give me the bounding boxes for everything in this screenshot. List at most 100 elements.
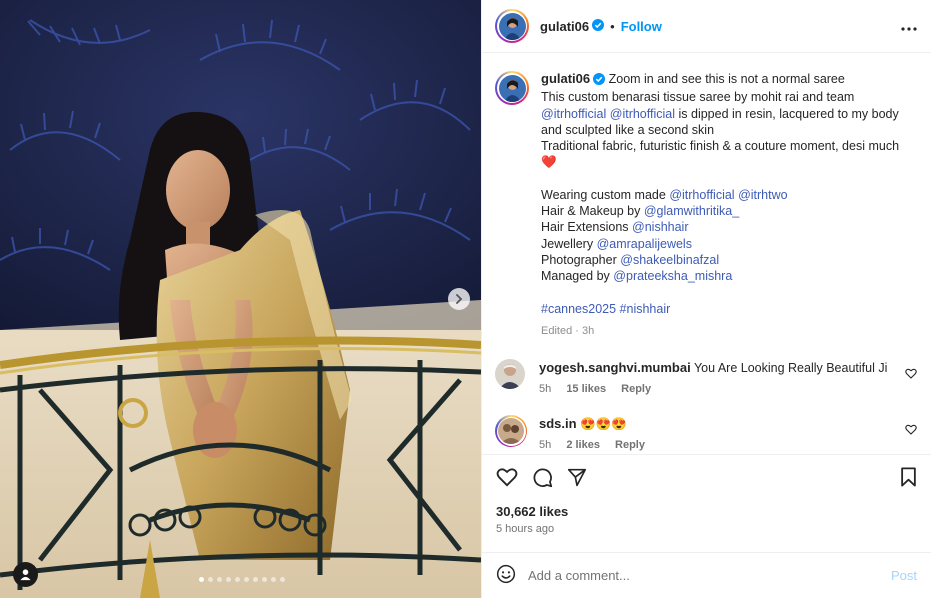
credit-line: Photographer @shakeelbinafzal [541,252,909,268]
post-comment-button[interactable]: Post [891,568,917,583]
comment-likes[interactable]: 2 likes [566,439,600,451]
commenter-username[interactable]: yogesh.sanghvi.mumbai [539,360,691,375]
caption-line: This custom benarasi tissue saree by moh… [541,90,855,105]
share-button[interactable] [567,468,587,490]
mention-link[interactable]: @shakeelbinafzal [620,253,719,267]
comment-input[interactable] [528,568,891,583]
mention-link[interactable]: @itrhofficial [610,107,675,121]
credit-line: Managed by @prateeksha_mishra [541,268,909,284]
credit-label: Jewellery [541,236,594,251]
paper-plane-icon [567,468,587,486]
reply-button[interactable]: Reply [621,383,651,395]
comment-item: yogesh.sanghvi.mumbai You Are Looking Re… [495,359,917,395]
caption-line: Traditional fabric, futuristic finish & … [541,139,900,154]
caption-line: is dipped in resin, lacquered to my body [678,106,899,121]
mention-link[interactable]: @nishhair [632,220,688,234]
follow-button[interactable]: Follow [621,19,662,34]
comment-bubble-icon [533,468,553,487]
caption-line: and sculpted like a second skin [541,122,715,137]
post-header: gulati06 • Follow [482,0,931,53]
like-comment-button[interactable] [905,423,917,438]
mention-link[interactable]: @itrhofficial [669,188,734,202]
comments-section[interactable]: gulati06 Zoom in and see this is not a n… [482,53,931,454]
mention-link[interactable]: @itrhtwo [738,188,788,202]
verified-badge-icon [592,18,605,34]
hashtags[interactable]: #cannes2025 #nishhair [541,301,909,317]
mention-link[interactable]: @prateeksha_mishra [613,269,732,283]
post-timestamp[interactable]: 5 hours ago [496,523,917,535]
heart-icon [905,368,917,379]
caption-line: Zoom in and see this is not a normal sar… [608,72,845,86]
credit-line: Hair & Makeup by @glamwithritika_ [541,203,909,219]
author-username[interactable]: gulati06 [540,19,589,34]
credit-line: Jewellery @amrapalijewels [541,236,909,252]
avatar-image [495,359,525,390]
caption: gulati06 Zoom in and see this is not a n… [495,71,917,339]
carousel-dot [271,577,276,582]
caption-text: gulati06 Zoom in and see this is not a n… [541,71,909,339]
avatar-image [498,74,526,102]
emoji-picker-button[interactable] [496,564,516,587]
next-slide-button[interactable] [448,288,470,310]
heart-emoji: ❤️ [541,155,557,170]
comment-time: 5h [539,383,552,396]
mention-link[interactable]: @itrhofficial [541,107,606,121]
credit-line: Wearing custom made @itrhofficial @itrht… [541,187,909,203]
credit-label: Managed by [541,269,610,284]
credit-label: Hair Extensions [541,220,629,235]
caption-author-avatar[interactable] [495,71,529,105]
post-media[interactable] [0,0,481,598]
post-dialog: gulati06 • Follow gulati06 Zoom in and s… [0,0,931,598]
heart-icon [496,468,518,487]
carousel-dot [235,577,240,582]
carousel-dot [262,577,267,582]
comment-likes[interactable]: 15 likes [566,383,606,395]
carousel-dot [253,577,258,582]
likes-summary: 30,662 likes 5 hours ago [482,502,931,552]
person-icon [20,569,31,581]
more-options-button[interactable] [901,19,917,34]
carousel-dot [199,577,204,582]
more-horizontal-icon [901,26,917,31]
save-button[interactable] [900,467,917,490]
caption-username[interactable]: gulati06 [541,71,590,86]
carousel-indicators [199,577,285,582]
credits-list: Wearing custom made @itrhofficial @itrht… [541,187,909,285]
comment-text: You Are Looking Really Beautiful Ji [693,361,888,376]
like-comment-button[interactable] [905,367,917,382]
likes-count[interactable]: 30,662 likes [496,504,917,519]
post-photo [0,0,481,598]
carousel-dot [244,577,249,582]
heart-icon [905,424,917,435]
like-button[interactable] [496,467,518,490]
post-side-panel: gulati06 • Follow gulati06 Zoom in and s… [481,0,931,598]
commenter-avatar[interactable] [495,415,527,448]
carousel-dot [208,577,213,582]
header-separator: • [610,18,615,34]
avatar-image [498,12,526,40]
action-bar [482,454,931,502]
commenter-avatar[interactable] [495,359,525,390]
commenter-username[interactable]: sds.in [539,416,577,431]
comment-item: sds.in 😍😍😍 5h 2 likes Reply [495,415,917,451]
reply-button[interactable]: Reply [615,439,645,451]
caption-meta: Edited · 3h [541,324,595,337]
author-avatar[interactable] [495,9,529,43]
comment-text: 😍😍😍 [580,417,627,432]
add-comment-bar: Post [482,552,931,598]
carousel-dot [280,577,285,582]
mention-link[interactable]: @amrapalijewels [597,237,692,251]
chevron-right-icon [456,294,463,304]
credit-line: Hair Extensions @nishhair [541,219,909,235]
avatar-image [498,418,524,445]
credit-label: Hair & Makeup by [541,204,641,219]
comment-time: 5h [539,439,552,452]
comment-button[interactable] [532,467,553,491]
credit-label: Wearing custom made [541,187,666,202]
carousel-dot [226,577,231,582]
smiley-icon [496,564,516,584]
tagged-users-button[interactable] [13,562,38,587]
carousel-dot [217,577,222,582]
bookmark-icon [901,467,916,487]
mention-link[interactable]: @glamwithritika_ [644,204,739,218]
